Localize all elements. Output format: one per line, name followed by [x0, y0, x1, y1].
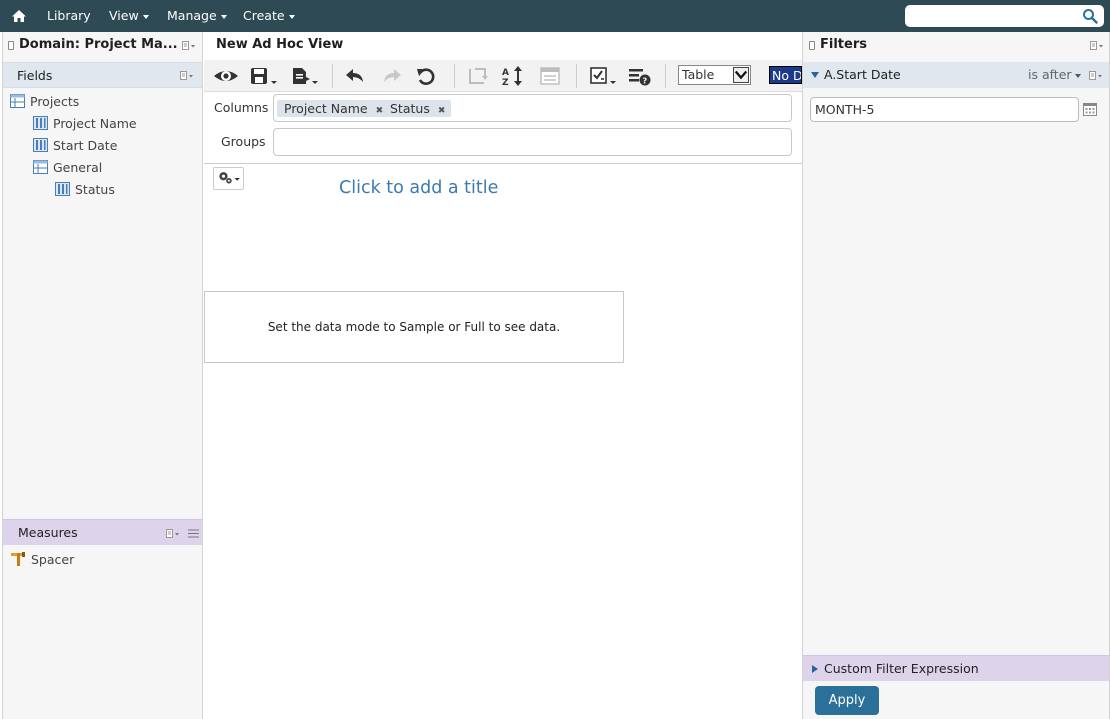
add-title-link[interactable]: Click to add a title [339, 178, 498, 198]
apply-button[interactable]: Apply [815, 686, 879, 715]
layout-icon[interactable] [538, 65, 562, 87]
spacer-icon [11, 552, 25, 566]
search-input[interactable] [911, 7, 1081, 25]
measures-menu-icon[interactable] [166, 529, 180, 539]
search-icon[interactable] [1082, 8, 1098, 24]
options-menu-icon[interactable] [588, 65, 620, 87]
tree-field-project-name[interactable]: Project Name [33, 116, 137, 131]
field-icon [33, 116, 48, 130]
chevron-down-icon [220, 14, 227, 19]
canvas-options-button[interactable] [213, 167, 244, 190]
column-chip-project-name[interactable]: Project Name ✖ [277, 100, 390, 117]
home-icon[interactable] [11, 8, 27, 24]
tree-field-start-date[interactable]: Start Date [33, 138, 117, 153]
expand-icon[interactable] [811, 72, 819, 78]
collapse-panel-icon[interactable] [8, 41, 14, 50]
query-icon[interactable]: ? [627, 65, 653, 87]
top-navigation-bar: Library View Manage Create [0, 0, 1110, 32]
chevron-down-icon [142, 14, 149, 19]
filter-value-input[interactable]: MONTH-5 [810, 97, 1079, 122]
svg-text:Z: Z [502, 78, 509, 87]
panel-menu-icon[interactable] [182, 41, 196, 51]
fields-label: Fields [17, 68, 53, 83]
view-title: New Ad Hoc View [216, 37, 344, 52]
panel-menu-icon[interactable] [1090, 41, 1104, 51]
redo-icon[interactable] [380, 65, 404, 87]
fields-menu-icon[interactable] [180, 71, 194, 81]
domain-title: Domain: Project Ma... [19, 37, 178, 52]
tree-table-general[interactable]: General [33, 160, 102, 175]
chevron-down-icon [288, 14, 295, 19]
columns-drop-zone[interactable]: Project Name ✖ Status ✖ [273, 94, 792, 122]
undo-icon[interactable] [343, 65, 367, 87]
global-search [905, 5, 1104, 27]
expand-icon[interactable] [812, 665, 818, 673]
nav-view-menu[interactable]: View [109, 0, 149, 32]
switch-group-icon[interactable] [466, 65, 490, 87]
column-chip-status[interactable]: Status ✖ [383, 100, 452, 117]
tree-field-status[interactable]: Status [55, 182, 115, 197]
calendar-icon[interactable] [1083, 102, 1097, 116]
measures-header: Measures [3, 519, 202, 545]
export-menu-icon[interactable] [290, 65, 320, 87]
custom-filter-expression-header[interactable]: Custom Filter Expression [803, 655, 1109, 681]
toolbar-separator [665, 64, 666, 88]
report-canvas: Click to add a title Set the data mode t… [204, 163, 802, 719]
ad-hoc-view-designer: New Ad Hoc View A Z ? Table No D Columns… [204, 32, 802, 719]
filter-start-date-header[interactable]: A.Start Date is after [803, 62, 1109, 88]
measure-spacer[interactable]: Spacer [11, 552, 74, 567]
dropdown-arrow-icon [733, 67, 749, 83]
groups-label: Groups [221, 134, 266, 149]
toolbar-separator [454, 64, 455, 88]
data-source-panel: Domain: Project Ma... Fields Projects Pr… [2, 32, 203, 719]
field-icon [33, 138, 48, 152]
groups-drop-zone[interactable] [273, 128, 792, 156]
filter-menu-icon[interactable] [1089, 71, 1103, 81]
designer-toolbar: A Z ? Table No Data [204, 60, 802, 92]
filters-title: Filters [820, 37, 867, 52]
chevron-down-icon [1074, 73, 1081, 78]
data-mode-select[interactable]: No Data [769, 66, 802, 84]
nav-create-menu[interactable]: Create [243, 0, 295, 32]
measures-label: Measures [18, 525, 78, 540]
svg-text:A: A [502, 68, 509, 78]
nav-manage-menu[interactable]: Manage [167, 0, 227, 32]
filter-operator-select[interactable]: is after [1028, 62, 1081, 88]
custom-filter-expression-label: Custom Filter Expression [824, 661, 979, 676]
filter-field-label: A.Start Date [824, 67, 901, 82]
svg-text:?: ? [643, 77, 648, 86]
save-menu-icon[interactable] [249, 65, 279, 87]
collapse-panel-icon[interactable] [809, 41, 815, 50]
nav-library[interactable]: Library [47, 0, 91, 32]
no-data-message: Set the data mode to Sample or Full to s… [204, 291, 624, 363]
eye-icon[interactable] [213, 65, 239, 87]
table-icon [33, 160, 48, 174]
view-type-select[interactable]: Table [678, 65, 751, 85]
list-view-icon[interactable] [188, 529, 199, 538]
undo-all-icon[interactable] [415, 65, 439, 87]
remove-icon[interactable]: ✖ [438, 106, 446, 116]
toolbar-separator [576, 64, 577, 88]
sort-icon[interactable]: A Z [501, 65, 525, 87]
filters-panel: Filters A.Start Date is after MONTH-5 Cu… [802, 32, 1110, 719]
tree-table-projects[interactable]: Projects [10, 94, 79, 109]
fields-header: Fields [3, 62, 202, 88]
gear-icon [219, 172, 240, 184]
field-icon [55, 182, 70, 196]
toolbar-separator [332, 64, 333, 88]
columns-label: Columns [214, 100, 269, 115]
table-icon [10, 94, 25, 108]
